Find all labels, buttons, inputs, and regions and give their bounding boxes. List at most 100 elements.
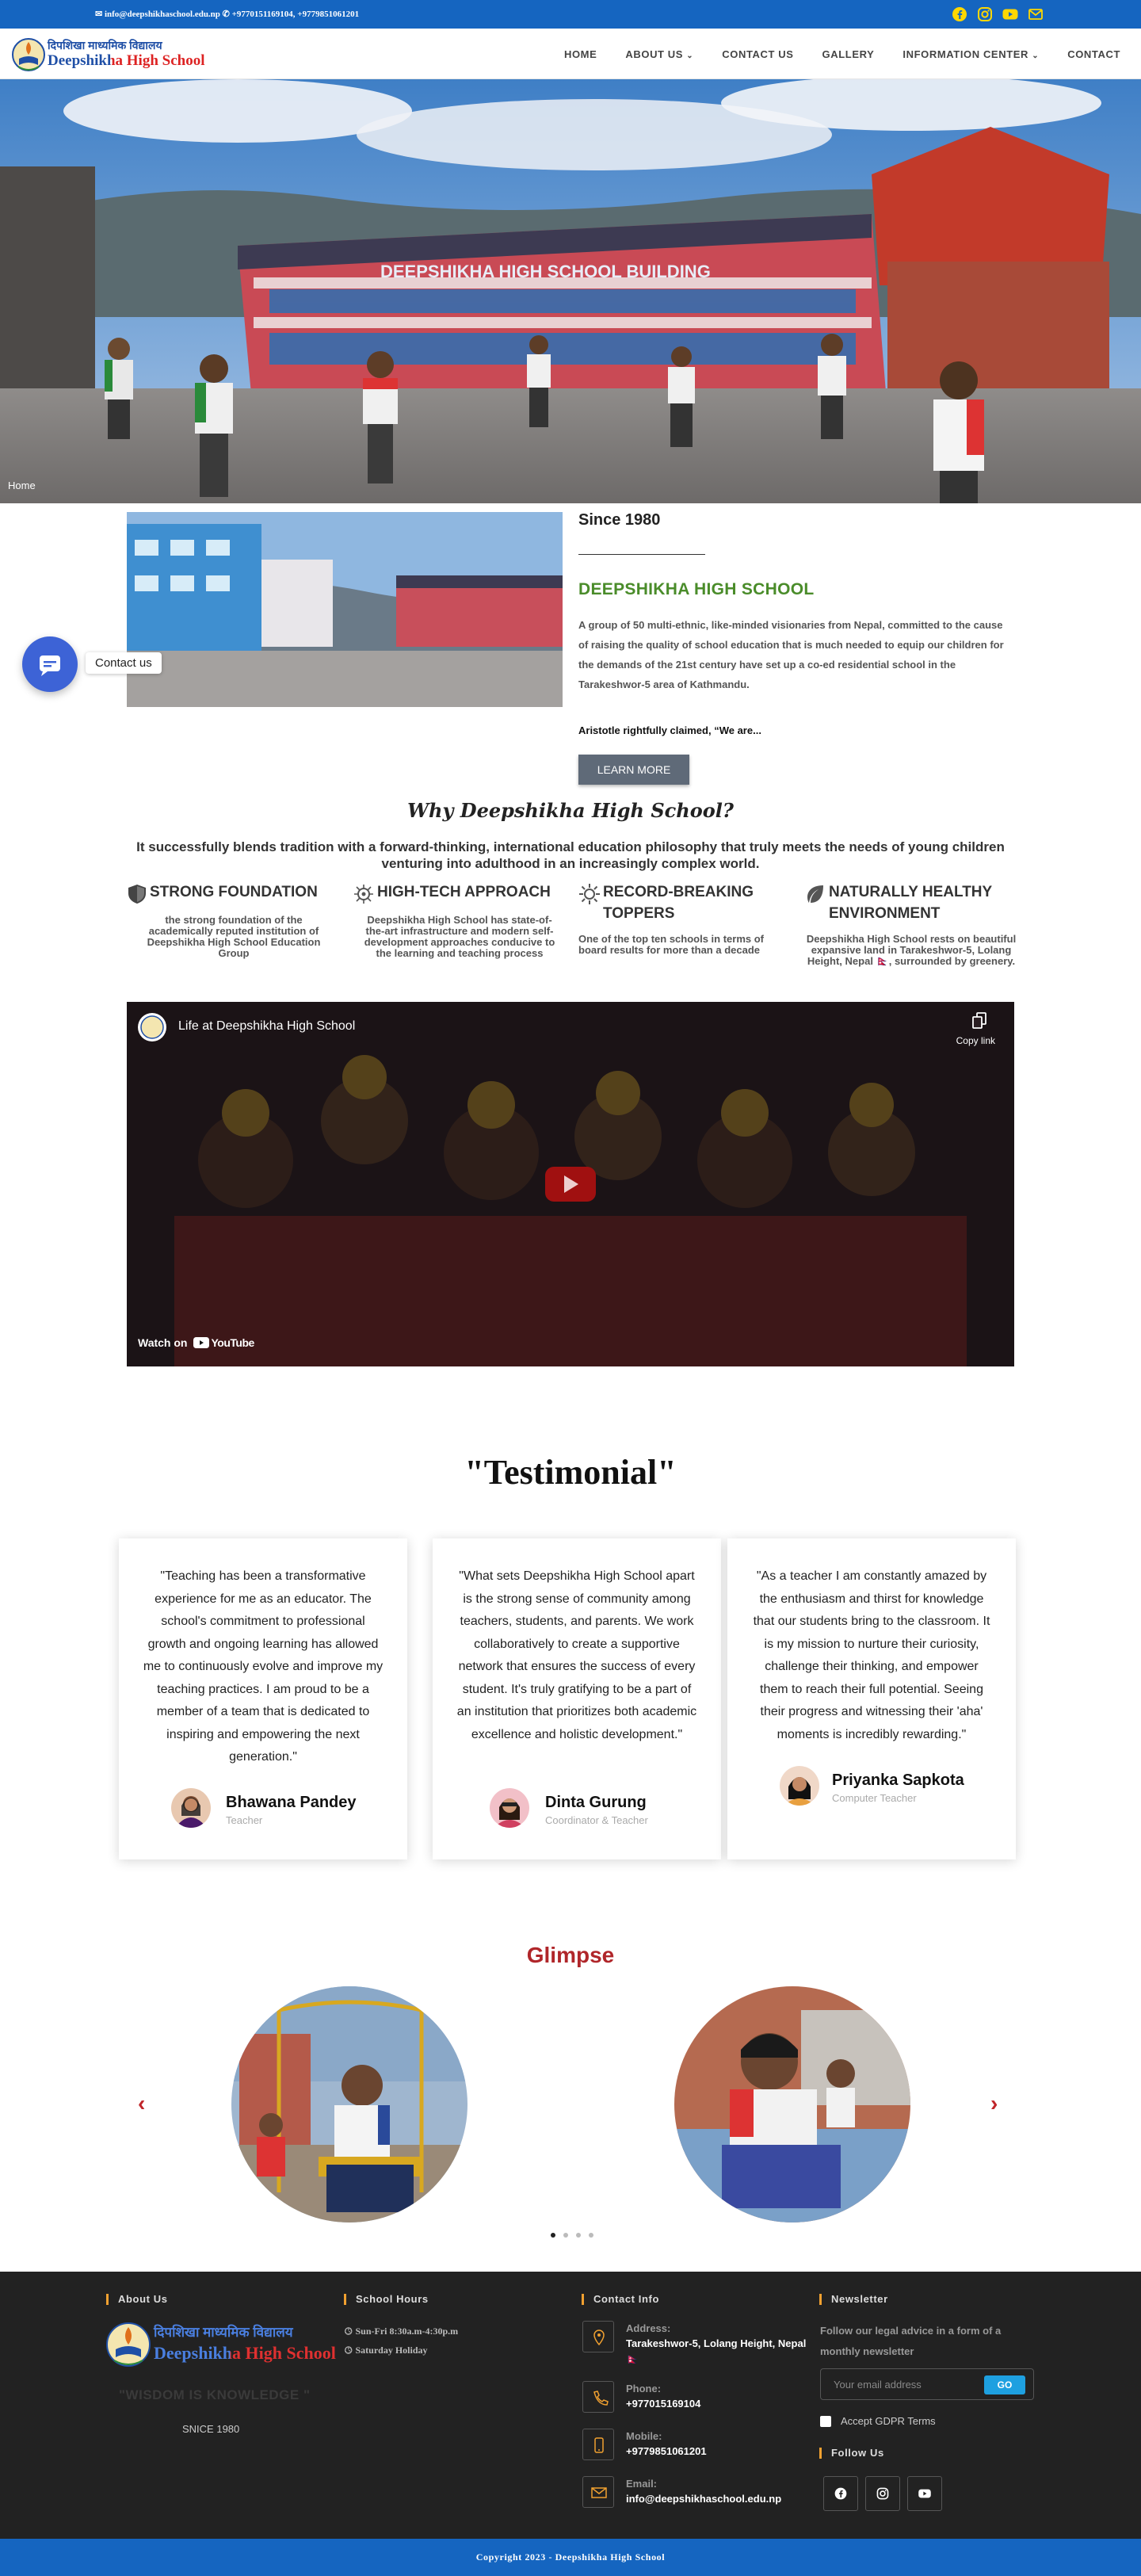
instagram-icon[interactable] bbox=[976, 6, 994, 23]
chat-icon bbox=[40, 655, 60, 676]
video-thumbnail bbox=[127, 1002, 1014, 1366]
shield-icon bbox=[128, 885, 146, 904]
school-logo[interactable]: दिपशिखा माध्यमिक विद्यालय Deepshikha Hig… bbox=[11, 35, 205, 75]
instagram-icon bbox=[876, 2487, 889, 2500]
logo-nepali: दिपशिखा माध्यमिक विद्यालय bbox=[48, 39, 162, 52]
nav-home[interactable]: HOME bbox=[564, 48, 597, 60]
play-button[interactable] bbox=[545, 1167, 596, 1202]
feature-desc: the strong foundation of the academicall… bbox=[147, 914, 321, 959]
phone-value[interactable]: +977015169104 bbox=[626, 2396, 808, 2412]
youtube-icon bbox=[918, 2489, 931, 2498]
breadcrumb[interactable]: Home bbox=[8, 480, 36, 491]
about-title: DEEPSHIKHA HIGH SCHOOL bbox=[578, 580, 815, 598]
avatar bbox=[780, 1766, 819, 1806]
gdpr-checkbox[interactable] bbox=[820, 2415, 831, 2427]
feature-title: NATURALLY HEALTHY ENVIRONMENT bbox=[829, 884, 992, 922]
hours-line-1-text: Sun-Fri 8:30a.m-4:30p.m bbox=[355, 2326, 459, 2337]
feature-title: RECORD-BREAKING TOPPERS bbox=[603, 884, 754, 922]
nav-info-label: INFORMATION CENTER bbox=[902, 48, 1028, 60]
logo-english: Deepshikha High School bbox=[48, 52, 205, 70]
facebook-icon[interactable] bbox=[951, 6, 968, 23]
newsletter-go-button[interactable]: GO bbox=[984, 2375, 1025, 2394]
since-divider bbox=[578, 554, 705, 555]
newsletter-email-input[interactable]: Your email address bbox=[834, 2379, 922, 2391]
glimpse-heading: Glimpse bbox=[526, 1943, 615, 1967]
video-title[interactable]: Life at Deepshikha High School bbox=[178, 1019, 355, 1034]
top-contact: ✉ info@deepshikhaschool.edu.np ✆ +977015… bbox=[95, 9, 359, 19]
glimpse-slide bbox=[674, 1986, 910, 2222]
youtube-icon bbox=[193, 1337, 210, 1348]
footer-heading-hours: School Hours bbox=[344, 2294, 429, 2305]
phone-icon bbox=[582, 2381, 614, 2413]
nav-information-center[interactable]: INFORMATION CENTER ⌄ bbox=[902, 48, 1039, 60]
nav-gallery-label: GALLERY bbox=[822, 48, 875, 60]
top-phones[interactable]: +9770151169104, +9779851061201 bbox=[232, 10, 359, 19]
carousel-dot[interactable] bbox=[576, 2233, 581, 2238]
nav-contact[interactable]: CONTACT bbox=[1067, 48, 1120, 60]
avatar bbox=[171, 1788, 211, 1828]
footer-youtube-link[interactable] bbox=[907, 2476, 942, 2511]
circuit-icon bbox=[354, 885, 373, 904]
hero-photo: DEEPSHIKHA HIGH SCHOOL BUILDING bbox=[0, 79, 1141, 503]
chevron-down-icon: ⌄ bbox=[686, 51, 694, 60]
mail-icon: ✉ bbox=[95, 10, 103, 19]
youtube-icon[interactable] bbox=[1002, 6, 1019, 23]
footer-instagram-link[interactable] bbox=[865, 2476, 900, 2511]
feature-record-toppers: RECORD-BREAKING TOPPERS One of the top t… bbox=[578, 881, 792, 956]
about-description: A group of 50 multi-ethnic, like-minded … bbox=[578, 619, 1004, 690]
envelope-icon bbox=[582, 2476, 614, 2508]
top-email[interactable]: info@deepshikhaschool.edu.np bbox=[105, 10, 220, 19]
feature-healthy-environment: NATURALLY HEALTHY ENVIRONMENT Deepshikha… bbox=[804, 881, 1018, 967]
since-heading: Since 1980 bbox=[578, 511, 661, 529]
feature-strong-foundation: STRONG FOUNDATION the strong foundation … bbox=[127, 881, 341, 959]
hours-line-2-text: Saturday Holiday bbox=[355, 2345, 428, 2356]
nav-gallery[interactable]: GALLERY bbox=[822, 48, 875, 60]
about-quote: Aristotle rightfully claimed, “We are... bbox=[578, 724, 761, 736]
hero-banner: DEEPSHIKHA HIGH SCHOOL BUILDING bbox=[0, 79, 1141, 503]
avatar bbox=[490, 1788, 529, 1828]
footer-facebook-link[interactable] bbox=[823, 2476, 858, 2511]
mail-icon[interactable] bbox=[1027, 6, 1044, 23]
newsletter-form: Your email address GO bbox=[820, 2368, 1034, 2400]
feature-title: STRONG FOUNDATION bbox=[150, 884, 318, 900]
footer-since: SNICE 1980 bbox=[182, 2423, 240, 2435]
carousel-dot[interactable] bbox=[551, 2233, 555, 2238]
testimonial-card: "What sets Deepshikha High School apart … bbox=[433, 1538, 721, 1859]
site-footer bbox=[0, 2272, 1141, 2539]
email-value[interactable]: info@deepshikhaschool.edu.np bbox=[626, 2491, 808, 2507]
learn-more-button[interactable]: LEARN MORE bbox=[578, 755, 689, 785]
nav-contact-label: CONTACT bbox=[1067, 48, 1120, 60]
carousel-next-arrow[interactable]: › bbox=[990, 2091, 998, 2116]
testimonial-quote: "As a teacher I am constantly amazed by … bbox=[753, 1569, 990, 1741]
carousel-dot[interactable] bbox=[589, 2233, 593, 2238]
testimonial-quote: "What sets Deepshikha High School apart … bbox=[456, 1569, 697, 1741]
clock-icon: 🕓︎ bbox=[345, 2326, 353, 2337]
testimonial-role: Computer Teacher bbox=[832, 1792, 917, 1804]
testimonial-card: "Teaching has been a transformative expe… bbox=[119, 1538, 407, 1859]
feature-title: HIGH-TECH APPROACH bbox=[377, 884, 551, 900]
gdpr-consent[interactable]: Accept GDPR Terms bbox=[820, 2415, 936, 2427]
chat-label[interactable]: Contact us bbox=[86, 652, 162, 674]
address-label: Address: bbox=[626, 2322, 671, 2334]
mobile-value[interactable]: +9779851061201 bbox=[626, 2444, 808, 2459]
footer-logo-nepali: दिपशिखा माध्यमिक विद्यालय bbox=[154, 2325, 293, 2340]
sun-icon bbox=[579, 884, 600, 904]
copy-link-label[interactable]: Copy link bbox=[956, 1035, 995, 1046]
mobile-icon bbox=[582, 2429, 614, 2460]
footer-heading-newsletter: Newsletter bbox=[819, 2294, 888, 2305]
glimpse-slide bbox=[231, 1986, 467, 2222]
testimonial-heading: "Testimonial" bbox=[464, 1453, 677, 1492]
video-embed[interactable]: Life at Deepshikha High School Copy link… bbox=[127, 1002, 1014, 1366]
footer-logo[interactable]: दिपशिखा माध्यमिक विद्यालय Deepshikha Hig… bbox=[105, 2318, 336, 2372]
facebook-icon bbox=[834, 2487, 847, 2500]
testimonial-name: Priyanka Sapkota bbox=[832, 1771, 964, 1789]
chat-button[interactable] bbox=[22, 636, 78, 692]
watch-on-youtube[interactable]: Watch on YouTube bbox=[138, 1336, 254, 1349]
nav-about-us[interactable]: ABOUT US ⌄ bbox=[625, 48, 693, 60]
carousel-dot[interactable] bbox=[563, 2233, 568, 2238]
nav-contact-us[interactable]: CONTACT US bbox=[722, 48, 793, 60]
feature-desc: Deepshikha High School rests on beautifu… bbox=[806, 933, 1017, 967]
carousel-prev-arrow[interactable]: ‹ bbox=[138, 2091, 145, 2116]
nav-home-label: HOME bbox=[563, 48, 597, 60]
carousel-dots bbox=[547, 2233, 597, 2238]
